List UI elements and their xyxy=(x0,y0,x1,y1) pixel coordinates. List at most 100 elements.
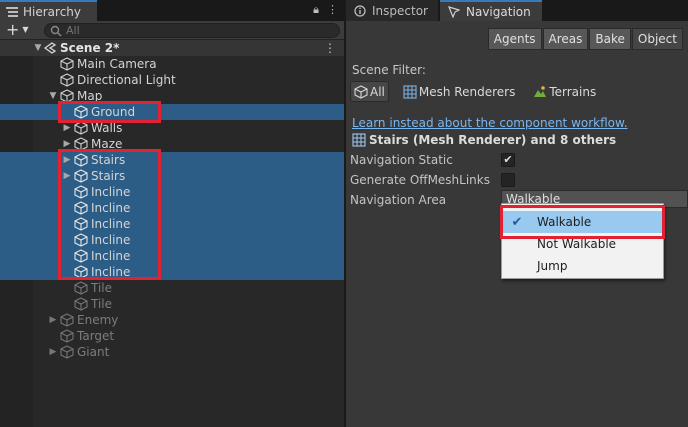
dropdown-option-not-walkable[interactable]: Not Walkable xyxy=(502,233,663,255)
lock-icon[interactable]: 🔒︎ xyxy=(313,3,319,17)
navigation-static-checkbox[interactable]: ✔ xyxy=(501,153,515,167)
filter-all-label: All xyxy=(370,84,385,99)
collapsed-arrow-icon[interactable]: ▶ xyxy=(62,139,72,149)
collapsed-arrow-icon[interactable]: ▶ xyxy=(62,171,72,181)
navigation-static-label: Navigation Static xyxy=(350,153,453,167)
hierarchy-toolbar: + ▼ xyxy=(0,21,344,40)
filter-terrains-button[interactable]: Terrains xyxy=(529,81,600,102)
gameobject-cube-icon xyxy=(74,185,88,199)
scene-menu-icon[interactable]: ⋮ xyxy=(324,41,336,55)
unity-scene-icon xyxy=(43,42,57,54)
navigation-mode-toolbar: Agents Areas Bake Object xyxy=(487,28,683,50)
tree-item-incline[interactable]: Incline xyxy=(0,248,344,264)
tab-navigation[interactable]: Navigation xyxy=(440,0,542,21)
tree-item-incline[interactable]: Incline xyxy=(0,264,344,280)
mesh-renderer-icon xyxy=(403,84,417,99)
scene-row[interactable]: ▼ Scene 2* ⋮ xyxy=(0,40,344,56)
create-button[interactable]: + ▼ xyxy=(6,22,36,38)
dropdown-option-walkable[interactable]: ✔ Walkable xyxy=(502,211,663,233)
search-input[interactable] xyxy=(66,24,306,37)
tree-item-incline[interactable]: Incline xyxy=(0,216,344,232)
tree-item-tile[interactable]: Tile xyxy=(0,296,344,312)
gameobject-cube-icon xyxy=(74,249,88,263)
tab-hierarchy-label: Hierarchy xyxy=(23,4,82,19)
dropdown-option-label: Not Walkable xyxy=(537,237,617,251)
mode-object-button[interactable]: Object xyxy=(631,28,683,50)
gameobject-cube-icon xyxy=(74,201,88,215)
navigation-area-dropdown: ✔ Walkable Not Walkable Jump xyxy=(501,203,664,279)
tree-item-map[interactable]: ▼ Map xyxy=(0,88,344,104)
dropdown-option-jump[interactable]: Jump xyxy=(502,255,663,277)
gameobject-cube-icon xyxy=(74,169,88,183)
tree-item-label: Tile xyxy=(91,297,113,311)
tree-item-ground[interactable]: Ground xyxy=(0,104,344,120)
tree-item-label: Maze xyxy=(91,137,123,151)
tree-item-incline[interactable]: Incline xyxy=(0,200,344,216)
tree-item-incline[interactable]: Incline xyxy=(0,232,344,248)
hierarchy-tabbar: Hierarchy 🔒︎ ⋮ xyxy=(0,0,344,21)
tree-item-directional-light[interactable]: Directional Light xyxy=(0,72,344,88)
tab-hierarchy[interactable]: Hierarchy xyxy=(0,0,97,21)
tree-item-label: Stairs xyxy=(91,153,126,167)
hierarchy-panel: Hierarchy 🔒︎ ⋮ +▼ ▼ Scene 2* ⋮ xyxy=(0,0,344,427)
generate-offmeshlinks-checkbox[interactable] xyxy=(501,173,515,187)
gameobject-cube-icon xyxy=(60,89,74,103)
hierarchy-search[interactable] xyxy=(44,23,340,38)
right-tabbar: Inspector Navigation xyxy=(346,0,688,21)
collapsed-arrow-icon[interactable]: ▶ xyxy=(48,347,58,357)
tree-item-stairs[interactable]: ▶ Stairs xyxy=(0,168,344,184)
tree-item-tile[interactable]: Tile xyxy=(0,280,344,296)
mode-areas-button[interactable]: Areas xyxy=(542,28,589,50)
tree-item-label: Directional Light xyxy=(77,73,176,87)
hierarchy-tab-icons: 🔒︎ ⋮ xyxy=(313,3,338,17)
gameobject-cube-icon xyxy=(354,84,368,99)
generate-offmeshlinks-label: Generate OffMeshLinks xyxy=(350,173,490,187)
gameobject-cube-icon xyxy=(60,313,74,327)
tree-item-main-camera[interactable]: Main Camera xyxy=(0,56,344,72)
tree-item-label: Incline xyxy=(91,265,131,279)
list-icon xyxy=(6,6,18,17)
gameobject-cube-icon xyxy=(74,297,88,311)
expand-arrow-icon[interactable]: ▼ xyxy=(33,43,43,53)
tree-item-incline[interactable]: Incline xyxy=(0,184,344,200)
filter-all-button[interactable]: All xyxy=(350,81,389,102)
mode-agents-button[interactable]: Agents xyxy=(487,28,542,50)
mode-bake-button[interactable]: Bake xyxy=(589,28,631,50)
tree-item-enemy[interactable]: ▶ Enemy xyxy=(0,312,344,328)
tree-item-giant[interactable]: ▶ Giant xyxy=(0,344,344,360)
caret-down-icon: ▼ xyxy=(22,25,29,34)
tree-item-label: Giant xyxy=(77,345,110,359)
gameobject-cube-icon xyxy=(60,73,74,87)
tree-item-target[interactable]: Target xyxy=(0,328,344,344)
tree-item-label: Walls xyxy=(91,121,123,135)
tab-inspector[interactable]: Inspector xyxy=(346,0,438,21)
scene-filter-row: All Mesh Renderers Terrains xyxy=(350,81,610,102)
tree-item-label: Ground xyxy=(91,105,136,119)
gameobject-cube-icon xyxy=(74,137,88,151)
collapsed-arrow-icon[interactable]: ▶ xyxy=(48,315,58,325)
tab-navigation-label: Navigation xyxy=(466,4,531,19)
collapsed-arrow-icon[interactable]: ▶ xyxy=(62,123,72,133)
tree-item-stairs[interactable]: ▶ Stairs xyxy=(0,152,344,168)
gameobject-cube-icon xyxy=(74,105,88,119)
gameobject-cube-icon xyxy=(74,121,88,135)
gameobject-cube-icon xyxy=(74,265,88,279)
expand-arrow-icon[interactable]: ▼ xyxy=(48,91,58,101)
navigation-area-label: Navigation Area xyxy=(350,193,447,207)
tree-item-label: Target xyxy=(77,329,115,343)
object-title-text: Stairs (Mesh Renderer) and 8 others xyxy=(369,133,617,147)
search-icon xyxy=(50,25,62,36)
mesh-renderer-icon xyxy=(352,133,366,147)
kebab-menu-icon[interactable]: ⋮ xyxy=(327,3,338,17)
dropdown-option-label: Jump xyxy=(537,259,568,273)
tree-item-maze[interactable]: ▶ Maze xyxy=(0,136,344,152)
tree-item-label: Stairs xyxy=(91,169,126,183)
tree-item-walls[interactable]: ▶ Walls xyxy=(0,120,344,136)
scene-filter-label: Scene Filter: xyxy=(352,63,426,77)
gameobject-cube-icon xyxy=(74,281,88,295)
filter-mesh-renderers-button[interactable]: Mesh Renderers xyxy=(399,81,519,102)
collapsed-arrow-icon[interactable]: ▶ xyxy=(62,155,72,165)
tree-item-label: Main Camera xyxy=(77,57,157,71)
component-workflow-link[interactable]: Learn instead about the component workfl… xyxy=(352,116,628,130)
navigation-icon xyxy=(448,5,460,18)
